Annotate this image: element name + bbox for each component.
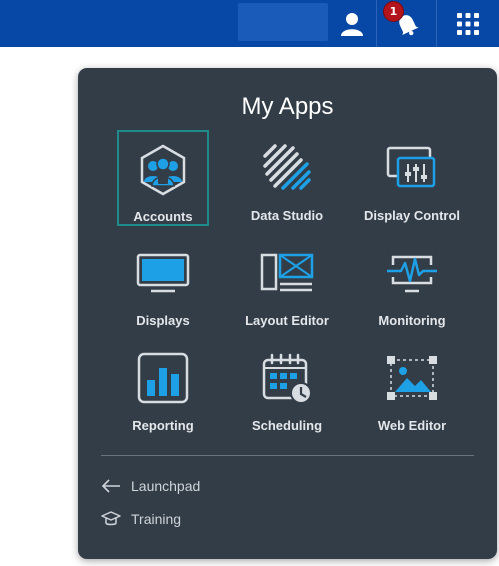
app-tile-scheduling[interactable]: Scheduling bbox=[241, 340, 333, 436]
app-label: Web Editor bbox=[377, 418, 447, 433]
reporting-icon bbox=[135, 350, 191, 406]
app-tile-display-control[interactable]: Display Control bbox=[363, 130, 461, 226]
app-label: Data Studio bbox=[250, 208, 324, 223]
app-label: Scheduling bbox=[251, 418, 323, 433]
monitoring-icon bbox=[384, 245, 440, 301]
app-tile-displays[interactable]: Displays bbox=[117, 235, 209, 331]
accounts-icon bbox=[135, 142, 191, 197]
panel-divider bbox=[101, 455, 474, 456]
user-name-area[interactable] bbox=[238, 3, 328, 41]
training-label: Training bbox=[131, 511, 182, 527]
app-tile-accounts[interactable]: Accounts bbox=[117, 130, 209, 226]
app-label: Layout Editor bbox=[245, 313, 329, 328]
panel-title: My Apps bbox=[241, 93, 334, 120]
arrow-left-icon bbox=[101, 479, 120, 493]
web-editor-icon bbox=[384, 350, 440, 406]
scheduling-icon bbox=[259, 350, 315, 406]
graduation-cap-icon bbox=[101, 511, 121, 526]
app-label: Reporting bbox=[132, 418, 194, 433]
apps-menu-button[interactable] bbox=[437, 0, 499, 47]
app-tile-layout-editor[interactable]: Layout Editor bbox=[241, 235, 333, 331]
app-label: Accounts bbox=[133, 209, 193, 224]
user-menu-button[interactable] bbox=[328, 0, 376, 47]
top-navigation-bar: 1 bbox=[0, 0, 499, 47]
apps-grid-icon bbox=[457, 12, 479, 35]
app-tile-data-studio[interactable]: Data Studio bbox=[241, 130, 333, 226]
app-tile-reporting[interactable]: Reporting bbox=[117, 340, 209, 436]
app-label: Monitoring bbox=[378, 313, 446, 328]
app-label: Display Control bbox=[363, 208, 461, 223]
app-label: Displays bbox=[136, 313, 190, 328]
app-tile-web-editor[interactable]: Web Editor bbox=[366, 340, 458, 436]
app-tile-monitoring[interactable]: Monitoring bbox=[366, 235, 458, 331]
data-studio-icon bbox=[259, 140, 315, 196]
displays-icon bbox=[135, 245, 191, 301]
launchpad-link[interactable]: Launchpad bbox=[101, 478, 200, 494]
launchpad-label: Launchpad bbox=[131, 478, 201, 494]
training-link[interactable]: Training bbox=[101, 511, 181, 527]
display-control-icon bbox=[384, 140, 440, 196]
user-icon bbox=[341, 12, 363, 36]
notification-count-badge: 1 bbox=[383, 1, 404, 22]
layout-editor-icon bbox=[259, 245, 315, 301]
